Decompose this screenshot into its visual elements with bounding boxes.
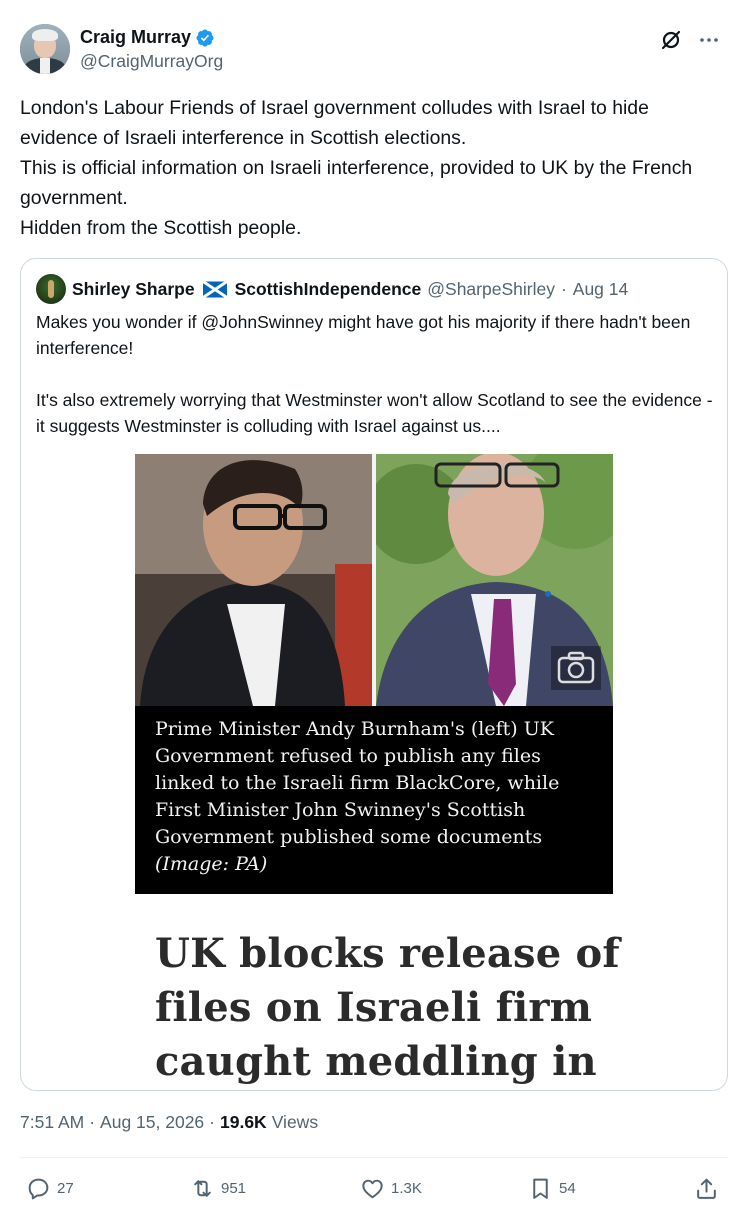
quoted-paragraph: It's also extremely worrying that Westmi… [36,390,713,436]
author-display-name[interactable]: Craig Murray [80,27,191,48]
tweet-text: London's Labour Friends of Israel govern… [20,93,730,243]
tweet-meta: 7:51 AM · Aug 15, 2026 · 19.6K Views [20,1112,318,1133]
image-credit: (Image: PA) [155,853,268,875]
verified-badge-icon[interactable] [195,28,215,48]
share-button[interactable] [694,1176,719,1201]
caption-line: Government published some documents [155,826,543,848]
author-handle[interactable]: @CraigMurrayOrg [80,51,223,72]
tweet-date[interactable]: Aug 15, 2026 [100,1112,204,1133]
divider-line [20,1157,728,1158]
headline-line: UK blocks release of [155,930,620,977]
repost-count: 951 [221,1180,247,1197]
quoted-date: Aug 14 [572,278,629,299]
article-headline: UK blocks release of files on Israeli fi… [155,927,715,1089]
repost-icon [194,1180,211,1197]
caption-line: First Minister John Swinney's Scottish [155,799,526,821]
headline-line: files on Israeli firm [155,984,593,1031]
bookmark-button[interactable]: 54 [528,1176,576,1201]
tweet-header: Craig Murray @CraigMurrayOrg [20,24,721,76]
quoted-author-handle: @SharpeShirley [427,278,555,299]
like-button[interactable]: 1.3K [360,1176,422,1201]
quoted-author-avatar [36,274,66,304]
more-options-icon[interactable] [697,28,721,52]
quoted-author-name: Shirley Sharpe [72,278,195,299]
scotland-flag-icon [202,280,227,298]
caption-line: linked to the Israeli firm BlackCore, wh… [155,772,560,794]
author-names: Craig Murray @CraigMurrayOrg [80,27,223,72]
bookmark-icon [533,1178,548,1199]
heart-icon [362,1179,383,1199]
reply-icon [28,1178,49,1200]
author-avatar[interactable] [20,24,70,74]
camera-icon [551,646,601,690]
quoted-tweet-text: Makes you wonder if @JohnSwinney might h… [36,309,716,439]
share-icon [697,1178,716,1199]
quoted-separator: · [560,278,567,299]
action-bar: 27 951 1.3K 54 [20,1172,728,1206]
views-label: Views [271,1112,319,1132]
image-caption: Prime Minister Andy Burnham's (left) UK … [155,716,595,878]
header-actions [659,28,721,52]
quoted-paragraph: Makes you wonder if @JohnSwinney might h… [36,312,691,358]
reply-button[interactable]: 27 [26,1176,74,1201]
quoted-tweet-header: Shirley Sharpe ScottishIndependence @Sha… [36,274,628,304]
tweet-text-line: This is official information on Israeli … [20,157,693,209]
photo-burnham [135,454,372,706]
bookmark-count: 54 [559,1180,576,1197]
quoted-tweet[interactable]: Shirley Sharpe ScottishIndependence @Sha… [20,258,728,1091]
meta-separator: · [89,1112,96,1132]
tweet-text-line: London's Labour Friends of Israel govern… [20,97,649,149]
like-count: 1.3K [391,1180,422,1197]
grok-icon[interactable] [659,28,683,52]
quoted-author-name-suffix: ScottishIndependence [234,278,422,299]
headline-line: caught meddling in [155,1038,597,1085]
caption-line: Government refused to publish any files [155,745,541,767]
quoted-media-image[interactable]: Prime Minister Andy Burnham's (left) UK … [135,454,613,894]
tweet-time[interactable]: 7:51 AM [20,1112,84,1133]
meta-separator: · [209,1112,215,1132]
tweet-text-line: Hidden from the Scottish people. [20,217,302,239]
repost-button[interactable]: 951 [190,1176,246,1201]
views-count: 19.6K [220,1112,267,1132]
caption-line: Prime Minister Andy Burnham's (left) UK [155,718,554,740]
reply-count: 27 [57,1180,74,1197]
